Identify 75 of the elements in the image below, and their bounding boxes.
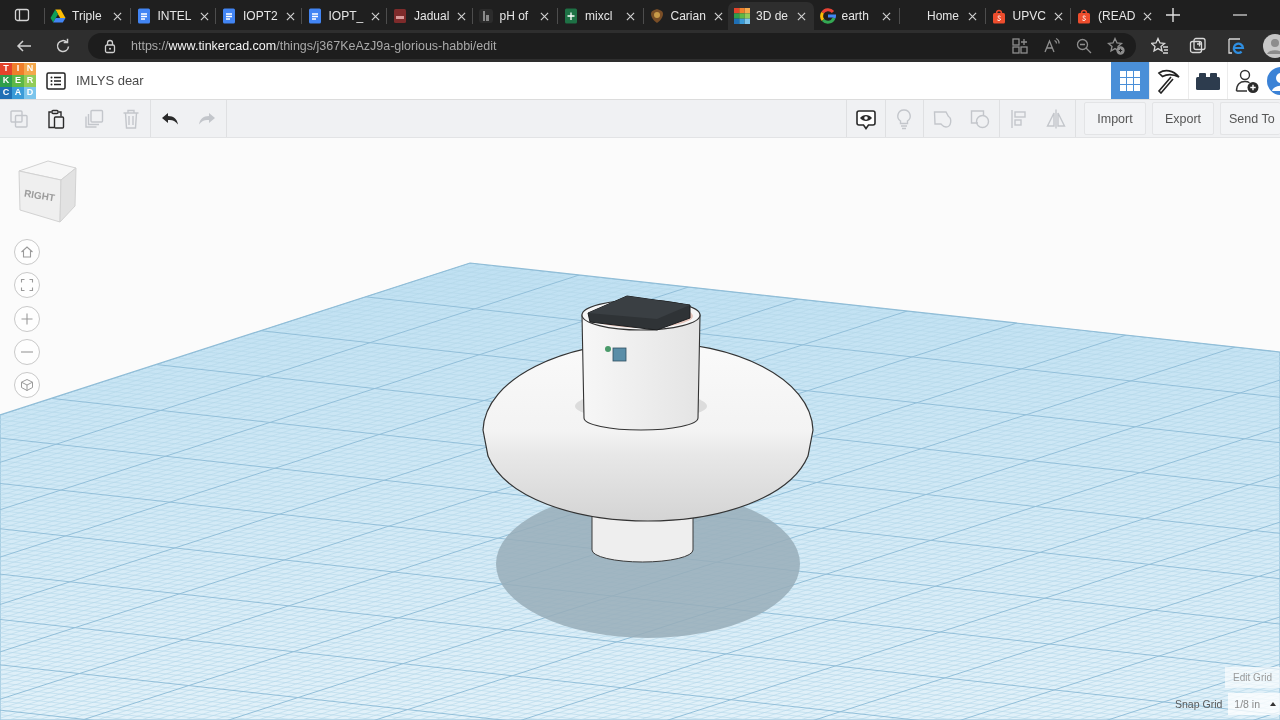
- list-icon[interactable]: [46, 71, 66, 90]
- brick-icon: [1195, 70, 1221, 91]
- avatar-icon[interactable]: [1266, 65, 1280, 96]
- fit-view-button[interactable]: [14, 272, 40, 299]
- crest-icon: [648, 8, 665, 24]
- browser-tab[interactable]: Jadual: [386, 2, 472, 30]
- minimize-icon[interactable]: [1232, 13, 1248, 17]
- browser-tab[interactable]: mixcl: [557, 2, 643, 30]
- close-icon[interactable]: [1053, 11, 1063, 21]
- browser-tab[interactable]: IOPT2: [215, 2, 301, 30]
- reload-icon[interactable]: [54, 37, 72, 55]
- snap-grid-dropdown[interactable]: 1/8 in: [1228, 693, 1280, 715]
- colored-ring-icon: [819, 8, 836, 24]
- favorites-icon[interactable]: [1151, 37, 1169, 55]
- plus-icon: [20, 311, 34, 326]
- close-icon[interactable]: [882, 11, 891, 21]
- design-title[interactable]: IMLYS dear: [76, 73, 144, 88]
- close-icon[interactable]: [796, 11, 806, 21]
- browser-tab[interactable]: (READ: [1070, 2, 1156, 30]
- close-icon[interactable]: [1143, 11, 1153, 21]
- close-icon[interactable]: [713, 11, 723, 21]
- browser-tab[interactable]: Home: [899, 2, 985, 30]
- file-icon: [392, 8, 408, 24]
- close-icon[interactable]: [540, 11, 549, 21]
- avatar-icon[interactable]: [1262, 33, 1280, 59]
- toolbar-action-button[interactable]: Import: [1084, 102, 1146, 135]
- close-icon[interactable]: [371, 11, 381, 21]
- document-icon: [306, 8, 323, 24]
- minus-icon: [21, 350, 33, 353]
- browser-tab[interactable]: INTEL: [129, 2, 215, 30]
- plus-icon[interactable]: [1164, 7, 1181, 23]
- read-aloud-icon[interactable]: [1043, 37, 1061, 55]
- corners-icon: [20, 278, 34, 293]
- toolbar-action-button[interactable]: Send To: [1220, 102, 1280, 135]
- grid-plus-icon[interactable]: [1011, 37, 1029, 55]
- browser-tab[interactable]: 3D de: [728, 2, 814, 30]
- browser-tab[interactable]: Triple: [44, 2, 130, 30]
- caret-icon: [1270, 702, 1276, 706]
- user-add-icon[interactable]: [1234, 67, 1260, 94]
- color-grid-icon: [734, 8, 750, 24]
- triangle-icon: [50, 8, 66, 24]
- logo-tile[interactable]: T: [0, 62, 12, 75]
- close-icon[interactable]: [285, 11, 295, 21]
- 3d-model[interactable]: [482, 295, 814, 563]
- cube-icon: [20, 378, 34, 393]
- address-bar[interactable]: https://www.tinkercad.com/things/j367KeAzJ9a-glorious-habbi/edit: [88, 33, 1136, 59]
- home-view-button[interactable]: [14, 239, 40, 265]
- zoom-out-icon[interactable]: [1075, 37, 1093, 55]
- browser-tab[interactable]: Carian: [642, 2, 728, 30]
- bars-icon: [477, 8, 494, 24]
- favorite-add-icon[interactable]: [1107, 37, 1125, 55]
- shopping-bag-icon: [1076, 8, 1092, 24]
- grid-icon: [1119, 69, 1141, 92]
- lock-icon[interactable]: [103, 38, 117, 54]
- eye-bubble-icon[interactable]: [854, 107, 877, 130]
- collections-icon[interactable]: [1189, 37, 1207, 55]
- close-icon[interactable]: [625, 11, 635, 21]
- close-icon[interactable]: [199, 11, 209, 21]
- pickaxe-icon: [1156, 67, 1182, 94]
- snap-grid-label: Snap Grid: [1175, 698, 1223, 710]
- close-icon[interactable]: [457, 11, 467, 21]
- document-icon: [221, 8, 237, 24]
- browser-tab[interactable]: earth: [813, 2, 899, 30]
- document-icon: [135, 8, 152, 24]
- spreadsheet-icon: [563, 8, 579, 24]
- close-icon[interactable]: [112, 11, 122, 21]
- home-icon: [20, 245, 34, 259]
- close-icon[interactable]: [967, 11, 977, 21]
- shopping-bag-icon: [990, 8, 1007, 24]
- browser-tab[interactable]: pH of: [471, 2, 557, 30]
- tab-actions-icon[interactable]: [14, 7, 30, 23]
- browser-tab[interactable]: IOPT_: [300, 2, 386, 30]
- e-badge-icon[interactable]: [1227, 37, 1245, 55]
- browser-tab[interactable]: UPVC: [984, 2, 1070, 30]
- toolbar-action-button[interactable]: Export: [1152, 102, 1214, 135]
